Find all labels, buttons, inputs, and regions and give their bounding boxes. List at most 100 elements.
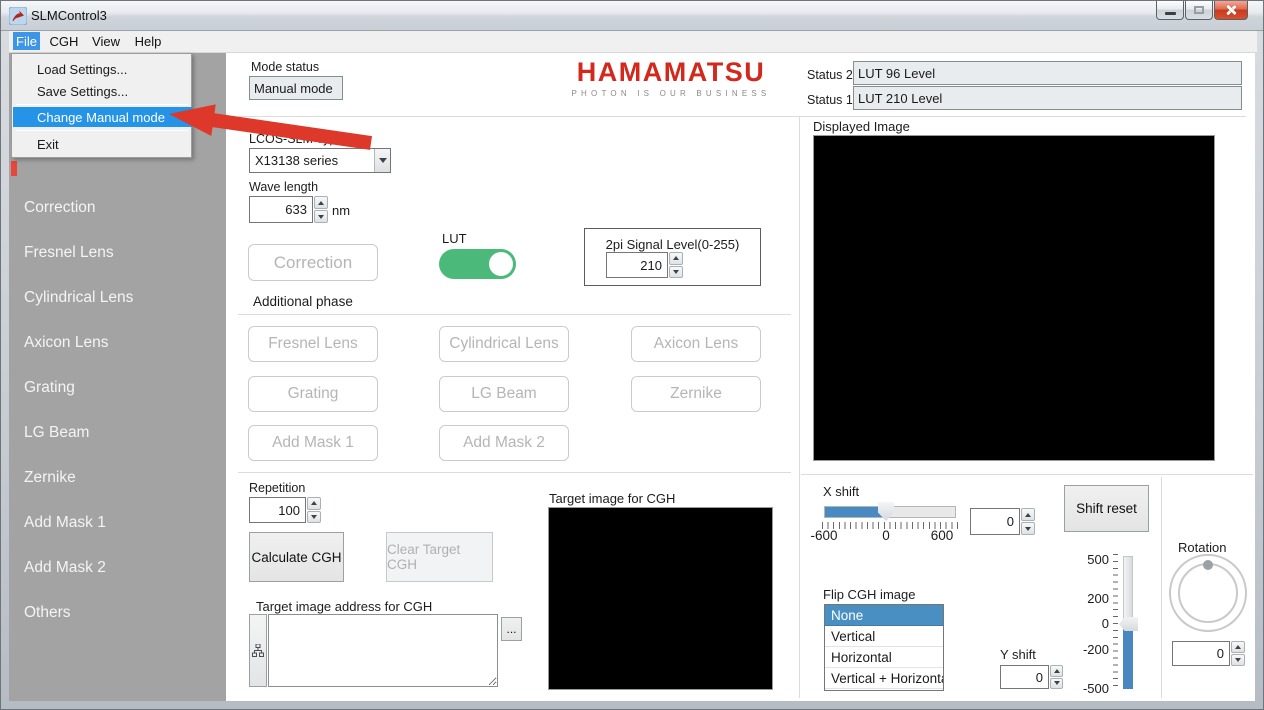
logo-title: HAMAMATSU <box>576 57 766 87</box>
close-icon <box>1225 4 1237 16</box>
signal-level-spinner <box>669 252 683 278</box>
menu-view[interactable]: View <box>89 32 123 50</box>
phase-lg-beam-button[interactable]: LG Beam <box>439 376 569 412</box>
window-title: SLMControl3 <box>31 8 107 23</box>
flip-option-vertical[interactable]: Vertical <box>825 626 943 647</box>
status2-box[interactable]: LUT 96 Level <box>853 61 1242 85</box>
sidebar-item-grating[interactable]: Grating <box>9 378 226 423</box>
wavelength-spinner <box>314 196 328 223</box>
phase-cylindrical-lens-button[interactable]: Cylindrical Lens <box>439 326 569 362</box>
hierarchy-icon <box>252 644 264 657</box>
lut-label: LUT <box>442 231 467 246</box>
y-scale-neg500: -500 <box>1082 681 1109 696</box>
menu-bar: File CGH View Help <box>9 31 1257 53</box>
spin-up-icon[interactable] <box>669 252 683 265</box>
y-shift-slider[interactable] <box>1123 556 1133 623</box>
phase-add-mask-1-button[interactable]: Add Mask 1 <box>248 425 378 461</box>
spin-up-icon[interactable] <box>307 497 321 510</box>
spin-up-icon[interactable] <box>1021 508 1035 521</box>
menu-item-load-settings[interactable]: Load Settings... <box>13 58 192 80</box>
flip-option-none[interactable]: None <box>825 605 943 626</box>
target-address-input[interactable] <box>268 614 498 687</box>
signal-level-input[interactable]: 210 <box>606 252 668 278</box>
y-shift-label: Y shift <box>1000 647 1036 662</box>
shift-divider <box>801 474 1253 475</box>
maximize-button[interactable] <box>1185 1 1213 20</box>
flip-option-horizontal[interactable]: Horizontal <box>825 647 943 668</box>
rotation-input[interactable]: 0 <box>1172 641 1230 666</box>
shift-reset-button[interactable]: Shift reset <box>1064 485 1149 532</box>
browse-button[interactable]: ... <box>501 617 522 641</box>
phase-grating-button[interactable]: Grating <box>248 376 378 412</box>
x-shift-label: X shift <box>823 484 860 499</box>
wavelength-input[interactable]: 633 <box>249 196 313 223</box>
x-scale-mid: 0 <box>882 528 890 543</box>
spin-down-icon[interactable] <box>1231 654 1245 666</box>
status1-box[interactable]: LUT 210 Level <box>853 86 1242 110</box>
phase-axicon-lens-button[interactable]: Axicon Lens <box>631 326 761 362</box>
x-scale-min: -600 <box>810 528 838 543</box>
spin-down-icon[interactable] <box>1021 522 1035 535</box>
column-divider <box>799 117 800 698</box>
lut-toggle[interactable] <box>439 249 516 279</box>
spin-up-icon[interactable] <box>1231 641 1245 653</box>
red-indicator <box>11 161 17 176</box>
spin-down-icon[interactable] <box>669 265 683 278</box>
y-shift-slider-fill[interactable] <box>1123 629 1133 689</box>
toggle-knob-icon <box>489 252 513 276</box>
sidebar-item-axicon-lens[interactable]: Axicon Lens <box>9 333 226 378</box>
spin-up-icon[interactable] <box>1050 665 1063 677</box>
path-browse-tree-button[interactable] <box>249 614 267 687</box>
annotation-arrow-icon <box>169 104 372 150</box>
sidebar-item-zernike[interactable]: Zernike <box>9 468 226 513</box>
displayed-image-canvas <box>813 135 1215 461</box>
spin-up-icon[interactable] <box>314 196 328 209</box>
sidebar-item-lg-beam[interactable]: LG Beam <box>9 423 226 468</box>
repetition-input[interactable]: 100 <box>249 497 306 523</box>
spin-down-icon[interactable] <box>307 510 321 523</box>
sidebar-item-others[interactable]: Others <box>9 603 226 648</box>
y-scale-200: 200 <box>1087 591 1109 606</box>
wavelength-label: Wave length <box>249 180 319 194</box>
sidebar-item-add-mask-2[interactable]: Add Mask 2 <box>9 558 226 603</box>
minimize-button[interactable] <box>1156 1 1184 20</box>
status1-label: Status 1 <box>807 93 853 107</box>
spin-down-icon[interactable] <box>1050 677 1063 689</box>
sidebar-item-correction[interactable]: Correction <box>9 198 226 243</box>
maximize-icon <box>1194 6 1204 14</box>
y-shift-ticks <box>1113 554 1118 692</box>
app-icon <box>9 7 27 25</box>
x-shift-input[interactable]: 0 <box>970 508 1020 535</box>
sidebar-item-fresnel-lens[interactable]: Fresnel Lens <box>9 243 226 288</box>
target-image-label: Target image for CGH <box>549 491 676 506</box>
hamamatsu-logo: HAMAMATSU PHOTON IS OUR BUSINESS <box>551 57 791 99</box>
cgh-divider <box>238 472 791 473</box>
menu-file[interactable]: File <box>13 32 40 50</box>
target-address-label: Target image address for CGH <box>256 599 433 614</box>
rotation-knob-inner <box>1178 563 1238 623</box>
additional-phase-label: Additional phase <box>253 294 353 309</box>
rotation-knob-marker-icon <box>1203 560 1213 570</box>
phase-divider <box>238 314 791 315</box>
title-bar[interactable]: SLMControl3 <box>1 1 1263 31</box>
spin-down-icon[interactable] <box>314 210 328 223</box>
flip-cgh-listbox: None Vertical Horizontal Vertical + Hori… <box>824 604 944 691</box>
flip-option-vertical-horizontal[interactable]: Vertical + Horizontal <box>825 668 943 689</box>
target-image-canvas <box>548 507 773 690</box>
repetition-label: Repetition <box>249 481 306 495</box>
phase-add-mask-2-button[interactable]: Add Mask 2 <box>439 425 569 461</box>
close-button[interactable] <box>1214 1 1248 20</box>
sidebar-item-add-mask-1[interactable]: Add Mask 1 <box>9 513 226 558</box>
phase-zernike-button[interactable]: Zernike <box>631 376 761 412</box>
y-shift-input[interactable]: 0 <box>1000 665 1049 689</box>
flip-cgh-label: Flip CGH image <box>823 587 916 602</box>
displayed-image-label: Displayed Image <box>813 119 910 134</box>
menu-help[interactable]: Help <box>131 32 165 50</box>
calculate-cgh-button[interactable]: Calculate CGH <box>249 532 344 582</box>
phase-fresnel-lens-button[interactable]: Fresnel Lens <box>248 326 378 362</box>
rotation-spinner <box>1231 641 1245 666</box>
signal-level-label: 2pi Signal Level(0-255) <box>605 237 740 252</box>
sidebar-item-cylindrical-lens[interactable]: Cylindrical Lens <box>9 288 226 333</box>
correction-button[interactable]: Correction <box>248 244 378 281</box>
menu-cgh[interactable]: CGH <box>47 32 81 50</box>
